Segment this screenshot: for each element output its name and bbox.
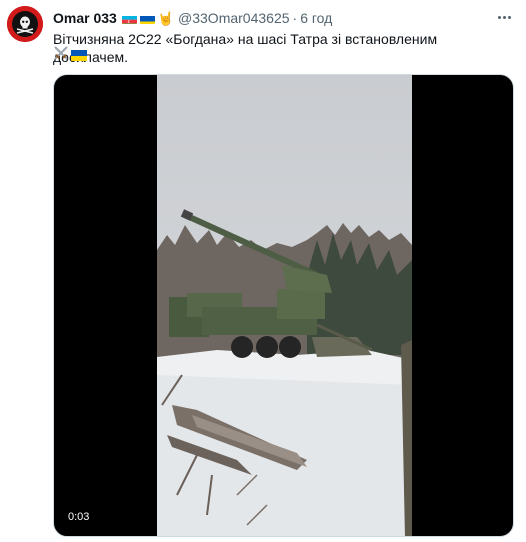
tweet-card[interactable]: Omar 033 🤘 @33Omar043625 · 6 год Вітчизн… [0, 0, 526, 542]
author-handle[interactable]: @33Omar043625 [178, 9, 290, 27]
ukraine-flag-icon [139, 13, 155, 24]
video-timestamp: 0:03 [62, 508, 96, 526]
ukraine-flag-icon [71, 49, 87, 61]
crossed-swords-icon [53, 45, 69, 66]
azerbaijan-flag-icon [121, 13, 137, 24]
header-emojis [121, 13, 155, 24]
more-options-icon[interactable] [494, 9, 514, 25]
separator-dot: · [292, 10, 298, 26]
tweet-text: Вітчизняна 2С22 «Богдана» на шасі Татра … [53, 31, 438, 65]
text-emojis [53, 45, 87, 66]
avatar[interactable] [7, 6, 43, 42]
sign-of-horns-icon: 🤘 [157, 10, 175, 26]
video-thumbnail [157, 75, 412, 536]
tweet-header: Omar 033 🤘 @33Omar043625 · 6 год [53, 9, 332, 27]
pirate-skull-icon [7, 6, 43, 42]
video-frame[interactable] [157, 75, 412, 536]
author-name[interactable]: Omar 033 [53, 9, 117, 27]
tweet-time[interactable]: 6 год [300, 9, 332, 27]
video-player[interactable]: 0:03 [53, 74, 514, 537]
